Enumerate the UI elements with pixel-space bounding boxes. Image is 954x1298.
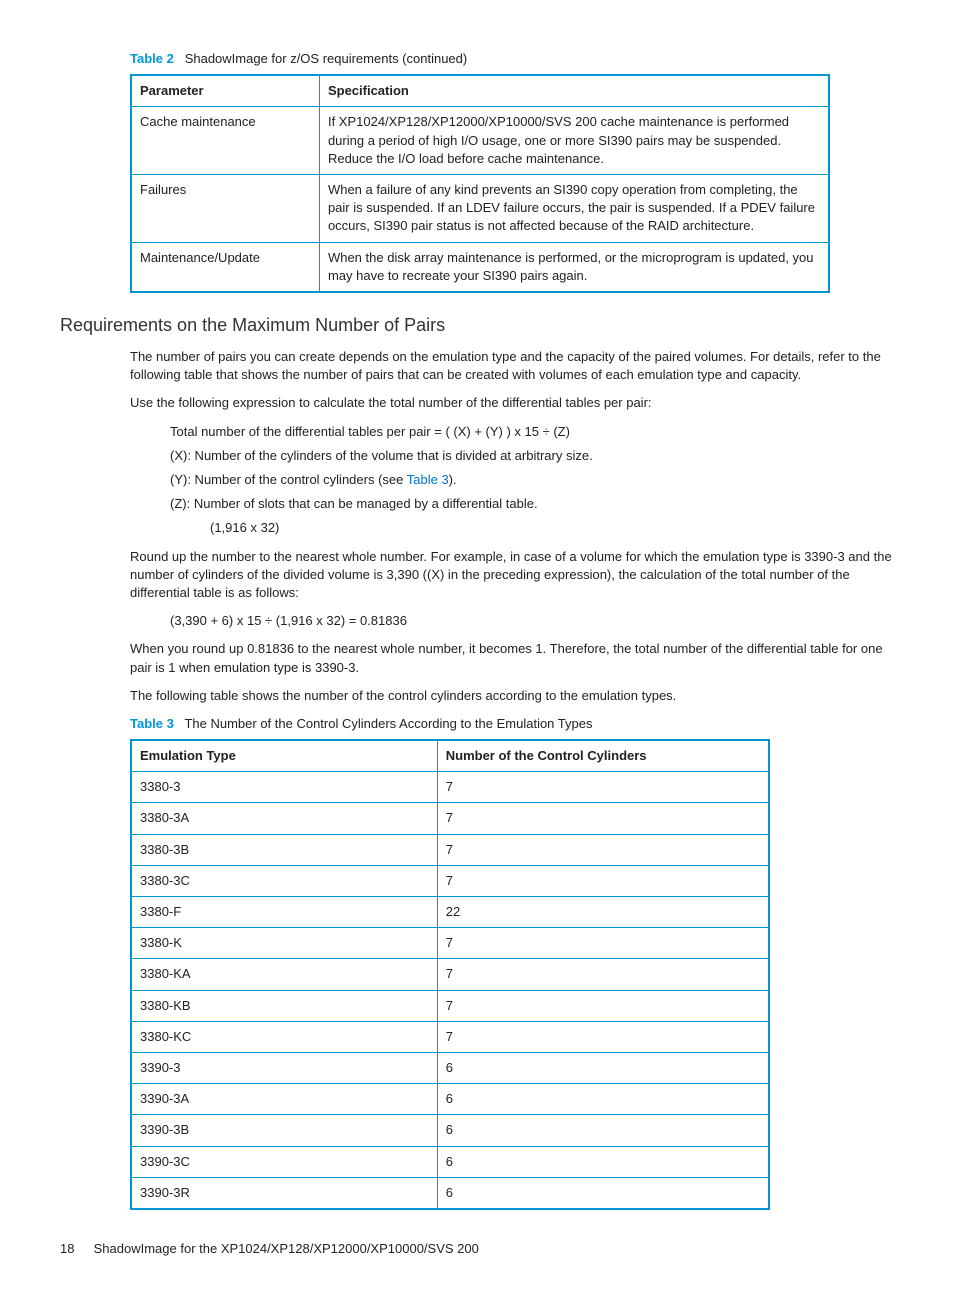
table-row: Cache maintenanceIf XP1024/XP128/XP12000… xyxy=(131,107,829,175)
def-y-pre: (Y): Number of the control cylinders (se… xyxy=(170,472,407,487)
cell-emulation-type: 3380-K xyxy=(131,928,437,959)
cell-control-cylinders: 7 xyxy=(437,928,769,959)
table-row: 3390-3A6 xyxy=(131,1084,769,1115)
cell-spec: When the disk array maintenance is perfo… xyxy=(319,242,829,292)
para-result: When you round up 0.81836 to the nearest… xyxy=(130,640,894,676)
para-intro: The number of pairs you can create depen… xyxy=(130,348,894,384)
table2-header-spec: Specification xyxy=(319,75,829,107)
para-roundup: Round up the number to the nearest whole… xyxy=(130,548,894,603)
table2-label: Table 2 xyxy=(130,51,174,66)
table-row: 3380-37 xyxy=(131,772,769,803)
table-row: 3380-K7 xyxy=(131,928,769,959)
cell-control-cylinders: 6 xyxy=(437,1115,769,1146)
cell-emulation-type: 3390-3C xyxy=(131,1146,437,1177)
table2-header-param: Parameter xyxy=(131,75,319,107)
cell-param: Cache maintenance xyxy=(131,107,319,175)
cell-emulation-type: 3380-KC xyxy=(131,1021,437,1052)
table3-caption-text: The Number of the Control Cylinders Acco… xyxy=(184,716,592,731)
calc-line: (3,390 + 6) x 15 ÷ (1,916 x 32) = 0.8183… xyxy=(170,612,894,630)
cell-spec: If XP1024/XP128/XP12000/XP10000/SVS 200 … xyxy=(319,107,829,175)
cell-emulation-type: 3390-3A xyxy=(131,1084,437,1115)
table-row: 3380-3C7 xyxy=(131,865,769,896)
table3-label: Table 3 xyxy=(130,716,174,731)
cell-emulation-type: 3390-3B xyxy=(131,1115,437,1146)
table-row: 3390-36 xyxy=(131,1052,769,1083)
table2-caption-text: ShadowImage for z/OS requirements (conti… xyxy=(185,51,468,66)
page-footer: 18 ShadowImage for the XP1024/XP128/XP12… xyxy=(60,1240,894,1258)
table-row: FailuresWhen a failure of any kind preve… xyxy=(131,174,829,242)
cell-emulation-type: 3380-3A xyxy=(131,803,437,834)
table-row: 3380-KC7 xyxy=(131,1021,769,1052)
table-row: 3380-3A7 xyxy=(131,803,769,834)
cell-control-cylinders: 22 xyxy=(437,897,769,928)
cell-emulation-type: 3380-3C xyxy=(131,865,437,896)
table3-link[interactable]: Table 3 xyxy=(407,472,449,487)
table-row: 3390-3C6 xyxy=(131,1146,769,1177)
cell-control-cylinders: 7 xyxy=(437,959,769,990)
cell-param: Failures xyxy=(131,174,319,242)
table-row: 3380-3B7 xyxy=(131,834,769,865)
table3-header-cyl: Number of the Control Cylinders xyxy=(437,740,769,772)
cell-emulation-type: 3390-3 xyxy=(131,1052,437,1083)
table-row: 3390-3B6 xyxy=(131,1115,769,1146)
cell-control-cylinders: 6 xyxy=(437,1084,769,1115)
table-row: Maintenance/UpdateWhen the disk array ma… xyxy=(131,242,829,292)
cell-param: Maintenance/Update xyxy=(131,242,319,292)
cell-control-cylinders: 6 xyxy=(437,1146,769,1177)
table-row: 3380-KA7 xyxy=(131,959,769,990)
cell-emulation-type: 3390-3R xyxy=(131,1177,437,1209)
expression: Total number of the differential tables … xyxy=(170,423,894,441)
def-y-post: ). xyxy=(449,472,457,487)
cell-control-cylinders: 7 xyxy=(437,990,769,1021)
cell-emulation-type: 3380-3B xyxy=(131,834,437,865)
table3-header-type: Emulation Type xyxy=(131,740,437,772)
cell-emulation-type: 3380-KB xyxy=(131,990,437,1021)
table2: Parameter Specification Cache maintenanc… xyxy=(130,74,830,293)
cell-control-cylinders: 7 xyxy=(437,1021,769,1052)
cell-emulation-type: 3380-F xyxy=(131,897,437,928)
cell-control-cylinders: 7 xyxy=(437,865,769,896)
cell-control-cylinders: 6 xyxy=(437,1177,769,1209)
cell-control-cylinders: 7 xyxy=(437,803,769,834)
def-x: (X): Number of the cylinders of the volu… xyxy=(170,447,894,465)
cell-control-cylinders: 7 xyxy=(437,834,769,865)
table-row: 3380-KB7 xyxy=(131,990,769,1021)
para-expression-lead: Use the following expression to calculat… xyxy=(130,394,894,412)
table3-caption: Table 3 The Number of the Control Cylind… xyxy=(60,715,894,733)
table-row: 3380-F22 xyxy=(131,897,769,928)
page-number: 18 xyxy=(60,1240,90,1258)
para-table-lead: The following table shows the number of … xyxy=(130,687,894,705)
def-y: (Y): Number of the control cylinders (se… xyxy=(170,471,894,489)
table-row: 3390-3R6 xyxy=(131,1177,769,1209)
cell-spec: When a failure of any kind prevents an S… xyxy=(319,174,829,242)
def-z: (Z): Number of slots that can be managed… xyxy=(170,495,894,513)
cell-control-cylinders: 7 xyxy=(437,772,769,803)
table3: Emulation Type Number of the Control Cyl… xyxy=(130,739,770,1210)
table2-caption: Table 2 ShadowImage for z/OS requirement… xyxy=(60,50,894,68)
section-heading: Requirements on the Maximum Number of Pa… xyxy=(60,313,894,338)
def-z-val: (1,916 x 32) xyxy=(210,519,894,537)
cell-control-cylinders: 6 xyxy=(437,1052,769,1083)
cell-emulation-type: 3380-3 xyxy=(131,772,437,803)
footer-title: ShadowImage for the XP1024/XP128/XP12000… xyxy=(94,1241,479,1256)
cell-emulation-type: 3380-KA xyxy=(131,959,437,990)
